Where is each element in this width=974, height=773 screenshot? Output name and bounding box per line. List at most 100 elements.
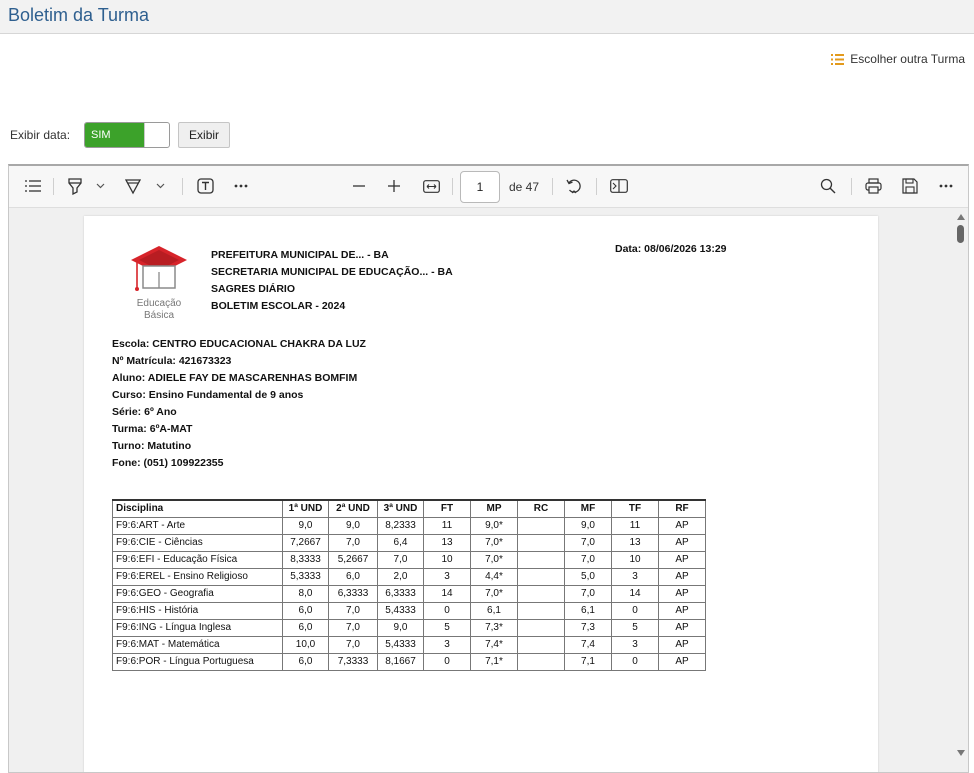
save-icon[interactable]	[899, 175, 921, 197]
table-cell: 9,0	[377, 618, 424, 637]
table-cell: 7,0	[328, 618, 378, 637]
pdf-viewer: 1 de 47 Educação Básica PREFEITURA MUNIC…	[8, 164, 969, 773]
table-cell: 7,0*	[470, 584, 518, 603]
table-cell: 0	[611, 601, 659, 620]
school-name: Escola: CENTRO EDUCACIONAL CHAKRA DA LUZ	[112, 338, 366, 350]
column-header: RF	[658, 499, 706, 518]
table-cell: 0	[423, 652, 471, 671]
zoom-in-icon[interactable]	[384, 175, 404, 197]
table-cell: 5,3333	[282, 567, 329, 586]
scrollbar-thumb[interactable]	[957, 225, 964, 243]
table-cell: 7,0	[377, 550, 424, 569]
course: Curso: Ensino Fundamental de 9 anos	[112, 389, 304, 401]
table-cell: 14	[611, 584, 659, 603]
table-cell: 6,0	[282, 652, 329, 671]
table-cell: F9:6:GEO - Geografia	[112, 584, 283, 603]
table-cell: 8,0	[282, 584, 329, 603]
table-cell	[517, 584, 565, 603]
table-cell	[517, 550, 565, 569]
table-cell: 9,0	[282, 516, 329, 535]
highlight-icon[interactable]	[65, 175, 85, 197]
table-cell: F9:6:MAT - Matemática	[112, 635, 283, 654]
scroll-down-arrow[interactable]	[957, 750, 965, 756]
table-cell: 7,0	[564, 584, 612, 603]
table-cell: AP	[658, 567, 706, 586]
table-cell	[517, 635, 565, 654]
column-header: 1ª UND	[282, 499, 329, 518]
table-cell: 5	[611, 618, 659, 637]
column-header: TF	[611, 499, 659, 518]
more-icon[interactable]	[231, 175, 251, 197]
column-header: MP	[470, 499, 518, 518]
column-header: 3ª UND	[377, 499, 424, 518]
column-header: FT	[423, 499, 471, 518]
logo-text-line: Educação	[136, 298, 182, 309]
table-cell: 7,1*	[470, 652, 518, 671]
header-line: PREFEITURA MUNICIPAL DE... - BA	[211, 249, 389, 261]
table-row: F9:6:MAT - Matemática 10,0 7,0 5,4333 3 7,4* 7…	[112, 635, 706, 654]
enrollment-number: Nº Matrícula: 421673323	[112, 355, 232, 367]
table-header-row: Disciplina 1ª UND 2ª UND 3ª UND FT MP RC…	[112, 499, 706, 518]
toolbar-separator	[182, 178, 183, 195]
text-icon[interactable]	[195, 175, 215, 197]
draw-icon[interactable]	[123, 175, 143, 197]
table-cell: 14	[423, 584, 471, 603]
table-cell: 10,0	[282, 635, 329, 654]
shift: Turno: Matutino	[112, 440, 192, 452]
header-line: SAGRES DIÁRIO	[211, 283, 296, 295]
header-line: SECRETARIA MUNICIPAL DE EDUCAÇÃO... - BA	[211, 266, 453, 278]
class-group: Turma: 6ºA-MAT	[112, 423, 193, 435]
table-cell: 7,0*	[470, 533, 518, 552]
more-icon[interactable]	[935, 175, 957, 197]
page-view-icon[interactable]	[608, 175, 630, 197]
table-cell: AP	[658, 601, 706, 620]
toggle-knob[interactable]	[143, 123, 170, 147]
table-cell: 9,0	[564, 516, 612, 535]
toolbar-separator	[552, 178, 553, 195]
school-logo: Educação Básica	[129, 244, 189, 324]
document-date: Data: 08/06/2026 13:29	[615, 243, 727, 255]
toolbar-separator	[452, 178, 453, 195]
table-cell: 7,4*	[470, 635, 518, 654]
table-cell: 5,2667	[328, 550, 378, 569]
table-cell	[517, 618, 565, 637]
show-date-toggle[interactable]: SIM	[84, 122, 171, 148]
student-info: Escola: CENTRO EDUCACIONAL CHAKRA DA LUZ…	[112, 336, 366, 472]
table-cell: 6,0	[282, 601, 329, 620]
table-cell	[517, 516, 565, 535]
table-cell: 6,0	[282, 618, 329, 637]
table-cell: 0	[611, 652, 659, 671]
table-row: F9:6:HIS - História 6,0 7,0 5,4333 0 6,1 6,1 0 A…	[112, 601, 706, 620]
search-icon[interactable]	[817, 175, 839, 197]
print-icon[interactable]	[862, 175, 884, 197]
column-header: 2ª UND	[328, 499, 378, 518]
table-cell: 7,0	[328, 635, 378, 654]
table-cell: F9:6:EFI - Educação Física	[112, 550, 283, 569]
table-row: F9:6:ING - Língua Inglesa 6,0 7,0 9,0 5 7,3* 7…	[112, 618, 706, 637]
table-cell: 7,2667	[282, 533, 329, 552]
table-row: F9:6:EREL - Ensino Religioso 5,3333 6,0 2,0…	[112, 567, 706, 586]
show-button[interactable]: Exibir	[178, 122, 231, 148]
pdf-toolbar: 1 de 47	[9, 166, 968, 208]
choose-class-link[interactable]: Escolher outra Turma	[831, 52, 965, 66]
document-header: PREFEITURA MUNICIPAL DE... - BA SECRETAR…	[211, 247, 453, 315]
chevron-down-icon[interactable]	[153, 175, 167, 197]
rotate-icon[interactable]	[563, 175, 585, 197]
contents-icon[interactable]	[23, 175, 43, 197]
table-cell: AP	[658, 618, 706, 637]
grade-level: Série: 6º Ano	[112, 406, 177, 418]
table-cell: 3	[611, 635, 659, 654]
scrollbar[interactable]	[954, 208, 968, 772]
zoom-out-icon[interactable]	[349, 175, 369, 197]
column-header: RC	[517, 499, 565, 518]
fit-width-icon[interactable]	[421, 175, 441, 197]
scroll-up-arrow[interactable]	[957, 214, 965, 220]
chevron-down-icon[interactable]	[93, 175, 107, 197]
page-number-input[interactable]: 1	[460, 171, 500, 203]
logo-text-line: Básica	[143, 310, 174, 321]
table-cell: 0	[423, 601, 471, 620]
page-total-label: de 47	[509, 180, 540, 194]
table-cell: AP	[658, 652, 706, 671]
table-cell: 7,0	[564, 550, 612, 569]
table-cell: F9:6:ING - Língua Inglesa	[112, 618, 283, 637]
